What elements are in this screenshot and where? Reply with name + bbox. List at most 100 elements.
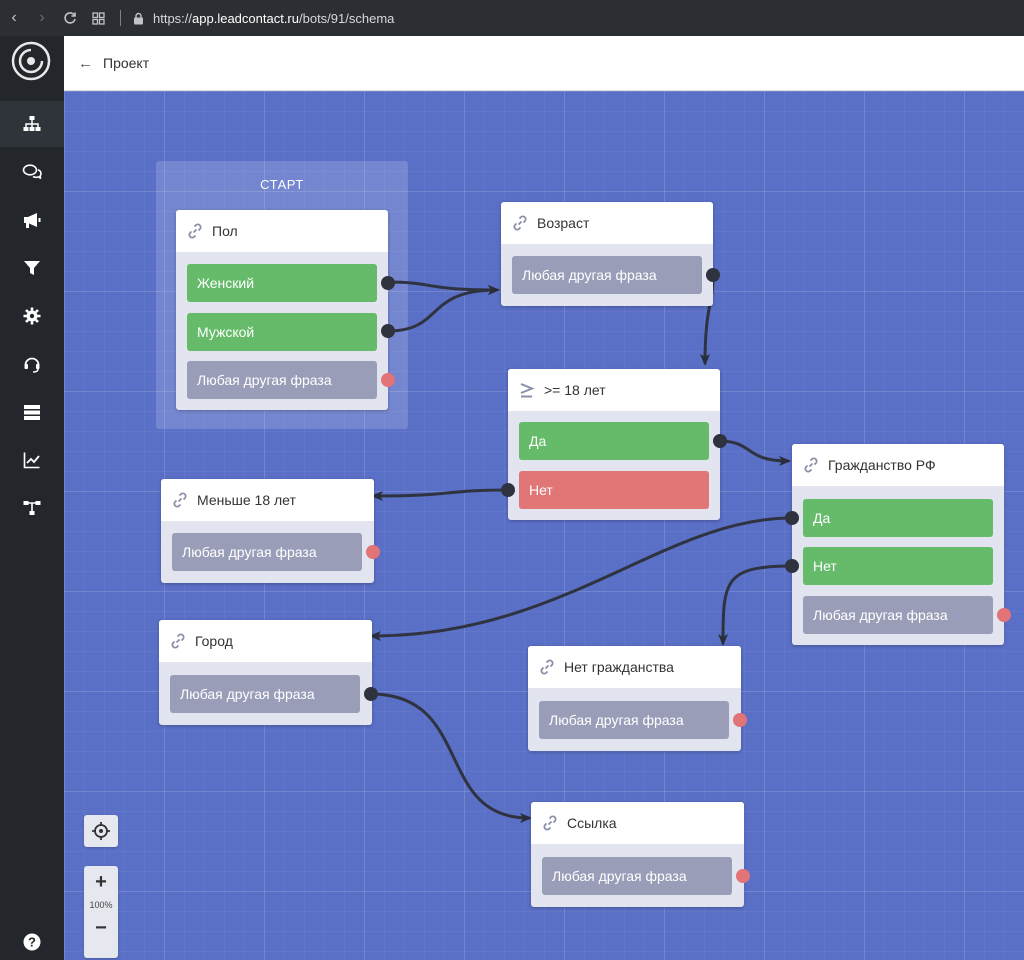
option-other-phrase[interactable]: Любая другая фраза — [172, 533, 362, 571]
node-gorod[interactable]: Город Любая другая фраза — [159, 620, 378, 725]
server-icon — [24, 405, 40, 420]
node-title: Нет гражданства — [564, 659, 674, 675]
sidebar-item-dialogs[interactable] — [0, 149, 64, 195]
output-port-unconnected[interactable] — [381, 373, 395, 387]
option-other-phrase[interactable]: Любая другая фраза — [803, 596, 993, 634]
option-net[interactable]: Нет — [519, 471, 709, 509]
node-header[interactable]: Пол — [176, 210, 388, 252]
node-title: Город — [195, 633, 233, 649]
browser-toolbar: ‹ › https://app.leadcontact.ru/bots/91/s… — [0, 0, 1024, 36]
page-header: ← Проект — [64, 36, 1024, 91]
megaphone-icon — [24, 213, 41, 228]
output-port-unconnected[interactable] — [736, 869, 750, 883]
funnel-icon — [24, 261, 40, 275]
output-port[interactable] — [381, 276, 395, 290]
node-header[interactable]: Ссылка — [531, 802, 744, 844]
output-port[interactable] — [713, 434, 727, 448]
option-other-phrase[interactable]: Любая другая фраза — [539, 701, 729, 739]
link-icon — [171, 633, 185, 649]
reload-icon[interactable] — [56, 4, 84, 32]
wire-net-to-menshe18[interactable] — [371, 488, 510, 501]
sidebar-item-help[interactable]: ? — [0, 919, 64, 960]
zoom-out-button[interactable]: − — [84, 912, 118, 944]
chat-icon — [22, 164, 42, 180]
node-header[interactable]: >= 18 лет — [508, 369, 720, 411]
tabs-grid-icon[interactable] — [84, 4, 112, 32]
option-other-phrase[interactable]: Любая другая фраза — [542, 857, 732, 895]
node-header[interactable]: Город — [159, 620, 372, 662]
output-port[interactable] — [785, 559, 799, 573]
node-ssylka[interactable]: Ссылка Любая другая фраза — [531, 802, 750, 907]
sidebar-item-filters[interactable] — [0, 245, 64, 291]
option-net[interactable]: Нет — [803, 547, 993, 585]
project-link[interactable]: Проект — [103, 55, 149, 71]
wire-da-to-grazhdanstvo[interactable] — [717, 439, 791, 466]
node-header[interactable]: Возраст — [501, 202, 713, 244]
option-other-phrase[interactable]: Любая другая фраза — [170, 675, 360, 713]
url-scheme: https:// — [153, 10, 193, 26]
sidebar-item-storage[interactable] — [0, 389, 64, 435]
back-arrow-icon[interactable]: ← — [78, 55, 93, 72]
option-other-phrase[interactable]: Любая другая фраза — [512, 256, 702, 294]
output-port[interactable] — [501, 483, 515, 497]
node-vozrast[interactable]: Возраст Любая другая фраза — [501, 202, 720, 306]
link-icon — [188, 223, 202, 239]
sidebar-item-broadcasts[interactable] — [0, 197, 64, 243]
zoom-control: + 100% − — [84, 866, 118, 958]
sidebar-item-schema[interactable] — [0, 101, 64, 147]
schema-canvas[interactable]: СТАРТ Пол Женский Мужской Любая другая ф… — [64, 91, 1024, 960]
link-icon — [540, 659, 554, 675]
option-da[interactable]: Да — [803, 499, 993, 537]
node-header[interactable]: Меньше 18 лет — [161, 479, 374, 521]
url-host: app.leadcontact.ru — [192, 10, 299, 26]
wire-grazhd-net-to-net-grazhdanstva[interactable] — [718, 564, 794, 646]
sidebar-item-integrations[interactable] — [0, 485, 64, 531]
output-port[interactable] — [364, 687, 378, 701]
zoom-in-button[interactable]: + — [84, 866, 118, 898]
sidebar-item-settings[interactable] — [0, 293, 64, 339]
output-port[interactable] — [785, 511, 799, 525]
node-title: Меньше 18 лет — [197, 492, 296, 508]
output-port-unconnected[interactable] — [366, 545, 380, 559]
headset-icon — [24, 357, 40, 373]
toolbar-separator — [120, 10, 121, 26]
url-path: /bots/91/schema — [299, 10, 395, 26]
output-port-unconnected[interactable] — [997, 608, 1011, 622]
link-icon — [513, 215, 527, 231]
link-icon — [804, 457, 818, 473]
node-age-18[interactable]: >= 18 лет Да Нет — [501, 369, 727, 520]
node-pol[interactable]: Пол Женский Мужской Любая другая фраза — [176, 210, 395, 410]
wire-grazhd-da-to-gorod[interactable] — [369, 516, 794, 641]
lock-icon[interactable] — [129, 4, 147, 32]
node-menshe-18[interactable]: Меньше 18 лет Любая другая фраза — [161, 479, 380, 583]
node-header[interactable]: Гражданство РФ — [792, 444, 1004, 486]
link-icon — [543, 815, 557, 831]
output-port[interactable] — [381, 324, 395, 338]
greater-equal-icon — [520, 383, 535, 398]
output-port[interactable] — [706, 268, 720, 282]
node-header[interactable]: Нет гражданства — [528, 646, 741, 688]
center-view-button[interactable] — [84, 815, 118, 847]
option-da[interactable]: Да — [519, 422, 709, 460]
option-muzhskoy[interactable]: Мужской — [187, 313, 377, 351]
node-title: Ссылка — [567, 815, 617, 831]
link-icon — [173, 492, 187, 508]
option-other-phrase[interactable]: Любая другая фраза — [187, 361, 377, 399]
address-bar[interactable]: https://app.leadcontact.ru/bots/91/schem… — [153, 11, 394, 26]
node-title: Гражданство РФ — [828, 457, 936, 473]
help-icon: ? — [23, 933, 41, 951]
chart-icon — [23, 452, 40, 469]
back-icon[interactable]: ‹ — [0, 4, 28, 32]
crosshair-icon — [84, 815, 118, 847]
option-zhenskiy[interactable]: Женский — [187, 264, 377, 302]
sidebar-item-support[interactable] — [0, 341, 64, 387]
logo-icon[interactable] — [10, 40, 52, 82]
output-port-unconnected[interactable] — [733, 713, 747, 727]
node-grazhdanstvo-rf[interactable]: Гражданство РФ Да Нет Любая другая фраза — [785, 444, 1011, 645]
hierarchy-icon — [23, 116, 41, 131]
sidebar-item-analytics[interactable] — [0, 437, 64, 483]
gear-icon — [23, 307, 41, 325]
wire-gorod-to-ssylka[interactable] — [369, 692, 532, 823]
forward-icon[interactable]: › — [28, 4, 56, 32]
node-net-grazhdanstva[interactable]: Нет гражданства Любая другая фраза — [528, 646, 747, 751]
